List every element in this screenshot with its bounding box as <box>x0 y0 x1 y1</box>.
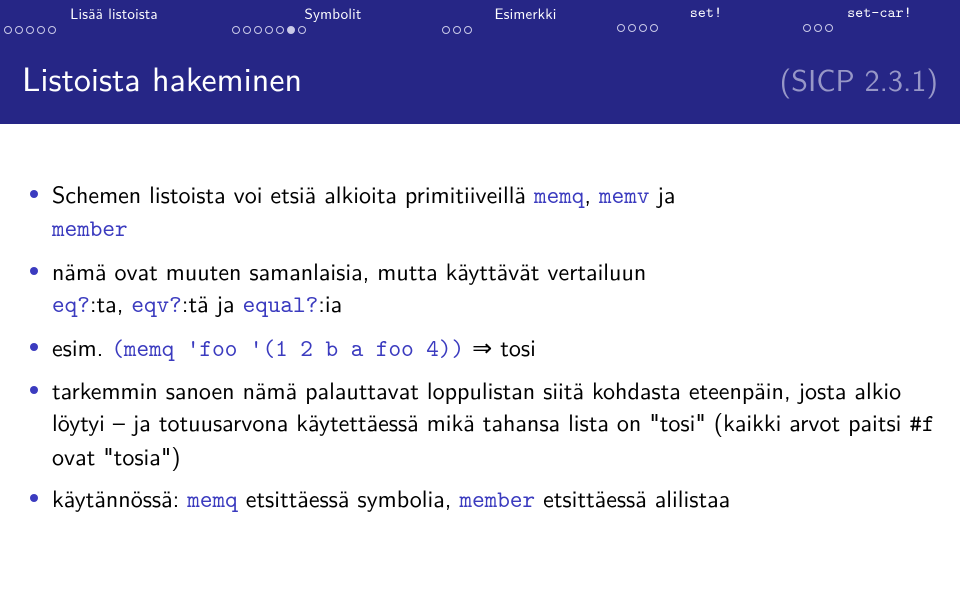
code-memq-2: memq <box>187 483 237 515</box>
code-false: #f <box>909 407 934 439</box>
progress-dot <box>265 26 273 34</box>
code-member-2: member <box>459 483 535 515</box>
code-eq: eq? <box>52 288 90 320</box>
nav-progress-dots <box>0 24 228 34</box>
text: :ia <box>318 285 342 320</box>
progress-dot <box>37 26 45 34</box>
text: esim. <box>52 329 111 364</box>
text: , <box>584 176 599 211</box>
progress-dot <box>15 26 23 34</box>
nav-section-label: Esimerkki <box>438 2 613 24</box>
nav-section[interactable]: set-car! <box>799 2 960 34</box>
text: etsittäessä symbolia, <box>238 480 460 515</box>
nav-progress-dots <box>613 22 799 32</box>
progress-dot <box>26 26 34 34</box>
progress-dot <box>650 24 658 32</box>
progress-dot <box>442 26 450 34</box>
progress-dot <box>243 26 251 34</box>
nav-section-label: Symbolit <box>228 2 438 24</box>
text: :ta, <box>90 285 132 320</box>
nav-section-label: set! <box>613 2 799 22</box>
code-equal: equal? <box>243 288 319 320</box>
headline: Lisää listoistaSymbolitEsimerkkiset!set-… <box>0 0 960 124</box>
text: nämä ovat muuten samanlaisia, mutta käyt… <box>52 253 646 288</box>
nav-section[interactable]: Esimerkki <box>438 2 613 34</box>
progress-dot <box>4 26 12 34</box>
nav-bar: Lisää listoistaSymbolitEsimerkkiset!set-… <box>0 0 960 38</box>
code-memq: memq <box>534 179 584 211</box>
progress-dot <box>464 26 472 34</box>
progress-dot <box>254 26 262 34</box>
nav-section[interactable]: set! <box>613 2 799 34</box>
text: ⇒ tosi <box>464 329 536 364</box>
bullet-5: käytännössä: memq etsittäessä symbolia, … <box>22 482 938 515</box>
nav-progress-dots <box>799 22 960 32</box>
progress-dot <box>232 26 240 34</box>
nav-section[interactable]: Symbolit <box>228 2 438 34</box>
bullet-4: tarkemmin sanoen nämä palauttavat loppul… <box>22 374 938 472</box>
progress-dot <box>453 26 461 34</box>
progress-dot <box>48 26 56 34</box>
nav-section-label: set-car! <box>799 2 960 22</box>
progress-dot <box>628 24 636 32</box>
bullet-3: esim. (memq 'foo '(1 2 b a foo 4)) ⇒ tos… <box>22 331 938 364</box>
text: etsittäessä alilistaa <box>535 480 730 515</box>
page-title: Listoista hakeminen <box>22 52 302 102</box>
nav-section-label: Lisää listoista <box>0 2 228 24</box>
text: Schemen listoista voi etsiä alkioita pri… <box>52 176 534 211</box>
nav-progress-dots <box>228 24 438 34</box>
bullet-list: Schemen listoista voi etsiä alkioita pri… <box>22 178 938 516</box>
code-member: member <box>52 212 128 244</box>
bullet-1: Schemen listoista voi etsiä alkioita pri… <box>22 178 938 245</box>
progress-dot <box>617 24 625 32</box>
nav-section[interactable]: Lisää listoista <box>0 2 228 34</box>
slide: { "nav": { "sections": [ { "label": "Lis… <box>0 0 960 594</box>
progress-dot <box>803 24 811 32</box>
progress-dot <box>298 26 306 34</box>
progress-dot <box>639 24 647 32</box>
code-eqv: eqv? <box>131 288 181 320</box>
text: käytännössä: <box>52 480 187 515</box>
bullet-2: nämä ovat muuten samanlaisia, mutta käyt… <box>22 255 938 321</box>
slide-body: Schemen listoista voi etsiä alkioita pri… <box>0 124 960 516</box>
title-row: Listoista hakeminen (SICP 2.3.1) <box>0 38 960 124</box>
progress-dot <box>814 24 822 32</box>
code-memv: memv <box>599 179 649 211</box>
progress-dot <box>276 26 284 34</box>
nav-progress-dots <box>438 24 613 34</box>
code-example: (memq 'foo '(1 2 b a foo 4)) <box>111 332 464 364</box>
text: :tä ja <box>182 285 243 320</box>
progress-dot <box>287 26 295 34</box>
progress-dot <box>825 24 833 32</box>
page-subtitle: (SICP 2.3.1) <box>780 57 938 101</box>
text: ja <box>649 176 675 211</box>
text: tarkemmin sanoen nämä palauttavat loppul… <box>52 372 909 439</box>
text: ovat "tosia") <box>52 438 181 473</box>
